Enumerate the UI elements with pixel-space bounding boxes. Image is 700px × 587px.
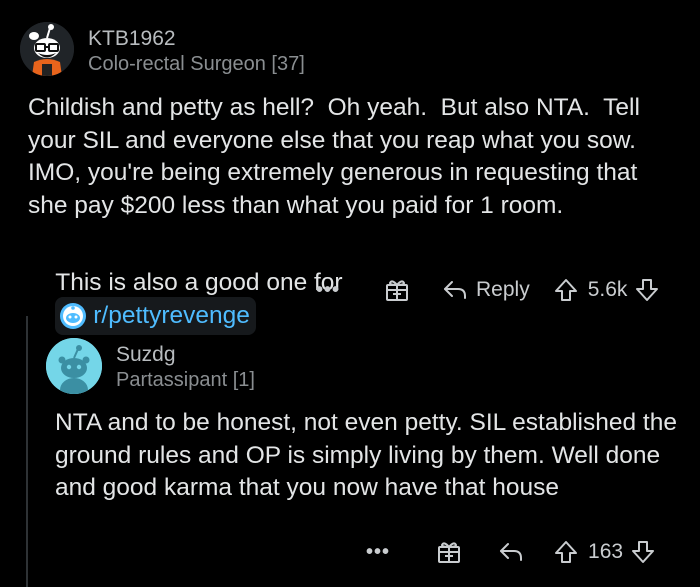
comment-actions: ••• Reply 5.6k bbox=[316, 276, 659, 304]
user-avatar[interactable] bbox=[20, 22, 74, 76]
more-options-button[interactable]: ••• bbox=[366, 541, 390, 564]
user-flair: Partassipant [1] bbox=[116, 369, 255, 391]
user-flair: Colo-rectal Surgeon [37] bbox=[88, 53, 305, 75]
reply-actions: ••• 163 bbox=[366, 538, 655, 566]
subreddit-icon bbox=[60, 303, 87, 329]
vote-count: 163 bbox=[588, 540, 624, 563]
reply-icon[interactable] bbox=[442, 279, 468, 301]
upvote-arrow-icon[interactable] bbox=[554, 278, 578, 302]
more-options-button[interactable]: ••• bbox=[316, 279, 340, 302]
comment-body: Childish and petty as hell? Oh yeah. But… bbox=[28, 94, 647, 219]
upvote-arrow-icon[interactable] bbox=[554, 540, 578, 564]
subreddit-link[interactable]: r/pettyrevenge bbox=[93, 300, 250, 333]
reply-button[interactable]: Reply bbox=[476, 278, 530, 302]
default-snoo-avatar-icon bbox=[46, 338, 102, 394]
downvote-arrow-icon[interactable] bbox=[631, 540, 655, 564]
username[interactable]: KTB1962 bbox=[88, 27, 176, 51]
username[interactable]: Suzdg bbox=[116, 343, 176, 367]
vote-count: 5.6k bbox=[587, 278, 628, 301]
reply-body: NTA and to be honest, not even petty. SI… bbox=[55, 409, 684, 501]
downvote-arrow-icon[interactable] bbox=[635, 278, 659, 302]
comment-text: This is also a good one for bbox=[55, 268, 343, 296]
thread-line[interactable] bbox=[26, 316, 28, 587]
award-icon[interactable] bbox=[384, 277, 410, 303]
award-icon[interactable] bbox=[436, 539, 462, 565]
subreddit-chip[interactable]: r/pettyrevenge bbox=[55, 297, 256, 335]
snoo-avatar-icon bbox=[20, 22, 74, 76]
user-avatar[interactable] bbox=[46, 338, 102, 394]
reply-icon[interactable] bbox=[498, 541, 524, 563]
